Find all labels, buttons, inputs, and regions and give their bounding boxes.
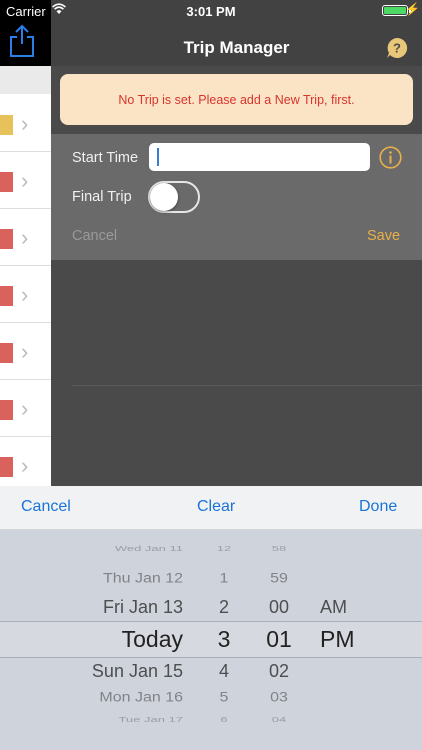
picker-hour-option[interactable]: 1	[220, 572, 229, 587]
picker-date-option[interactable]: Wed Jan 11	[115, 545, 183, 553]
picker-selection-band	[0, 621, 422, 658]
list-item[interactable]: ›	[0, 266, 51, 323]
chevron-right-icon: ›	[21, 282, 29, 307]
color-swatch	[0, 286, 13, 306]
picker-minute-option[interactable]: 58	[272, 545, 286, 553]
picker-hour-option[interactable]: 3	[218, 626, 231, 653]
picker-cancel-button[interactable]: Cancel	[21, 498, 71, 516]
picker-date-option[interactable]: Fri Jan 13	[103, 597, 183, 618]
status-bar: Carrier 3:01 PM ⚡	[0, 0, 422, 22]
picker-minute-option[interactable]: 01	[266, 626, 292, 653]
color-swatch	[0, 115, 13, 135]
final-trip-toggle[interactable]	[148, 181, 200, 213]
color-swatch	[0, 172, 13, 192]
list-item[interactable]: ›	[0, 380, 51, 437]
list-item[interactable]: ›	[0, 323, 51, 380]
charging-icon: ⚡	[405, 2, 420, 16]
picker-date-option[interactable]: Today	[122, 626, 183, 653]
help-bubble-icon[interactable]: ?	[386, 37, 408, 59]
info-icon[interactable]	[379, 146, 402, 169]
chevron-right-icon: ›	[21, 225, 29, 250]
form-cancel-button[interactable]: Cancel	[72, 228, 117, 244]
picker-hour-option[interactable]: 12	[217, 545, 231, 553]
final-trip-label: Final Trip	[72, 189, 132, 205]
chevron-right-icon: ›	[21, 111, 29, 136]
picker-hour-option[interactable]: 2	[219, 597, 229, 618]
picker-date-option[interactable]: Mon Jan 16	[99, 691, 183, 706]
divider	[71, 385, 422, 386]
picker-minute-option[interactable]: 03	[270, 691, 288, 706]
start-time-input[interactable]	[149, 143, 370, 171]
form-save-button[interactable]: Save	[367, 228, 400, 244]
picker-minute-option[interactable]: 59	[270, 572, 288, 587]
chevron-right-icon: ›	[21, 396, 29, 421]
share-icon[interactable]	[7, 24, 37, 58]
page-title: Trip Manager	[183, 38, 290, 57]
picker-toolbar: Cancel Clear Done	[0, 486, 422, 530]
list-item[interactable]: ›	[0, 209, 51, 266]
svg-text:?: ?	[393, 41, 401, 56]
picker-minute-option[interactable]: 04	[272, 716, 286, 724]
picker-ampm-option[interactable]: AM	[320, 597, 347, 618]
list-item[interactable]: ›	[0, 95, 51, 152]
chevron-right-icon: ›	[21, 339, 29, 364]
picker-date-option[interactable]: Sun Jan 15	[92, 661, 183, 682]
picker-hour-option[interactable]: 6	[220, 716, 227, 724]
start-time-label: Start Time	[72, 150, 139, 166]
list-item[interactable]: ›	[0, 152, 51, 209]
picker-hour-option[interactable]: 5	[220, 691, 229, 706]
color-swatch	[0, 400, 13, 420]
banner-message: No Trip is set. Please add a New Trip, f…	[118, 92, 355, 107]
picker-minute-option[interactable]: 00	[269, 597, 289, 618]
trip-form: Start Time Final Trip Cancel Save	[51, 134, 422, 260]
picker-done-button[interactable]: Done	[359, 498, 397, 516]
status-time: 3:01 PM	[186, 4, 236, 19]
list-section-header	[0, 66, 51, 94]
toggle-knob	[150, 183, 178, 211]
no-trip-banner: No Trip is set. Please add a New Trip, f…	[60, 74, 413, 125]
color-swatch	[0, 229, 13, 249]
picker-hour-option[interactable]: 4	[219, 661, 229, 682]
color-swatch	[0, 457, 13, 477]
picker-minute-option[interactable]: 02	[269, 661, 289, 682]
picker-clear-button[interactable]: Clear	[197, 498, 235, 516]
color-swatch	[0, 343, 13, 363]
date-time-picker[interactable]: Wed Jan 11 Thu Jan 12 Fri Jan 13 Today Sun J…	[0, 530, 422, 750]
picker-date-option[interactable]: Tue Jan 17	[118, 716, 183, 724]
text-cursor	[157, 148, 159, 166]
picker-ampm-option[interactable]: PM	[320, 626, 355, 653]
chevron-right-icon: ›	[21, 168, 29, 193]
picker-date-option[interactable]: Thu Jan 12	[103, 572, 183, 587]
chevron-right-icon: ›	[21, 453, 29, 478]
